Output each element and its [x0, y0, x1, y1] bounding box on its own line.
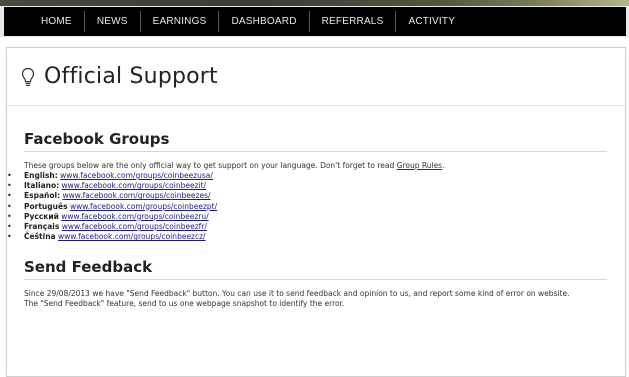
group-link[interactable]: www.facebook.com/groups/coinbeezusa/	[60, 171, 213, 180]
nav-earnings[interactable]: EARNINGS	[141, 11, 220, 32]
header-banner-strip	[0, 0, 629, 6]
list-item: • English: www.facebook.com/groups/coinbe…	[7, 171, 213, 180]
group-language: Русский	[24, 211, 59, 221]
group-link[interactable]: www.facebook.com/groups/coinbeezes/	[62, 191, 210, 200]
nav-news[interactable]: NEWS	[85, 11, 141, 32]
nav-activity[interactable]: ACTIVITY	[396, 11, 467, 32]
list-item: • Italiano: www.facebook.com/groups/coinb…	[7, 181, 207, 191]
list-item: • Čeština www.facebook.com/groups/coinbee…	[7, 232, 206, 242]
support-panel: Official Support Facebook Groups These g…	[6, 47, 626, 377]
group-language: Português	[24, 201, 68, 211]
list-item: • Português www.facebook.com/groups/coinb…	[7, 201, 218, 211]
facebook-intro-text: These groups below are the only official…	[24, 161, 607, 171]
list-item: • Français www.facebook.com/groups/coinbe…	[7, 222, 207, 232]
feedback-text-line-1: Since 29/08/2013 we have "Send Feedback"…	[24, 289, 570, 299]
page-title: Official Support	[44, 64, 218, 89]
group-language: Čeština	[24, 232, 56, 242]
send-feedback-section: Send Feedback Since 29/08/2013 we have "…	[24, 258, 607, 309]
group-link[interactable]: www.facebook.com/groups/coinbeezit/	[62, 181, 207, 190]
feedback-text: Since 29/08/2013 we have "Send Feedback"…	[24, 289, 607, 309]
intro-text: These groups below are the only official…	[24, 161, 397, 170]
list-item: • Español: www.facebook.com/groups/coinbe…	[7, 191, 211, 201]
lightbulb-icon	[21, 67, 35, 86]
group-rules-link[interactable]: Group Rules	[397, 161, 442, 170]
main-nav: HOME NEWS EARNINGS DASHBOARD REFERRALS A…	[4, 7, 626, 36]
group-link[interactable]: www.facebook.com/groups/coinbeezcz/	[58, 232, 206, 241]
group-language: Français	[24, 222, 60, 232]
list-item: • Русский www.facebook.com/groups/coinbee…	[7, 211, 209, 221]
facebook-groups-section: Facebook Groups These groups below are t…	[7, 130, 607, 242]
group-link[interactable]: www.facebook.com/groups/coinbeezpt/	[70, 202, 217, 211]
group-link[interactable]: www.facebook.com/groups/coinbeezru/	[61, 212, 208, 221]
group-language: Español:	[24, 191, 61, 201]
panel-header: Official Support	[7, 48, 625, 106]
send-feedback-heading: Send Feedback	[24, 258, 607, 281]
facebook-groups-list: • English: www.facebook.com/groups/coinbe…	[7, 171, 607, 242]
nav-dashboard[interactable]: DASHBOARD	[219, 11, 310, 32]
group-link[interactable]: www.facebook.com/groups/coinbeezfr/	[62, 222, 207, 231]
nav-home[interactable]: HOME	[29, 11, 85, 32]
facebook-groups-heading: Facebook Groups	[24, 130, 607, 152]
group-language: English:	[24, 171, 58, 180]
group-language: Italiano:	[24, 181, 60, 191]
nav-referrals[interactable]: REFERRALS	[310, 11, 397, 32]
top-bar: HOME NEWS EARNINGS DASHBOARD REFERRALS A…	[0, 0, 629, 37]
intro-end: .	[442, 161, 445, 170]
feedback-text-line-2: The "Send Feedback" feature, send to us …	[24, 299, 345, 309]
